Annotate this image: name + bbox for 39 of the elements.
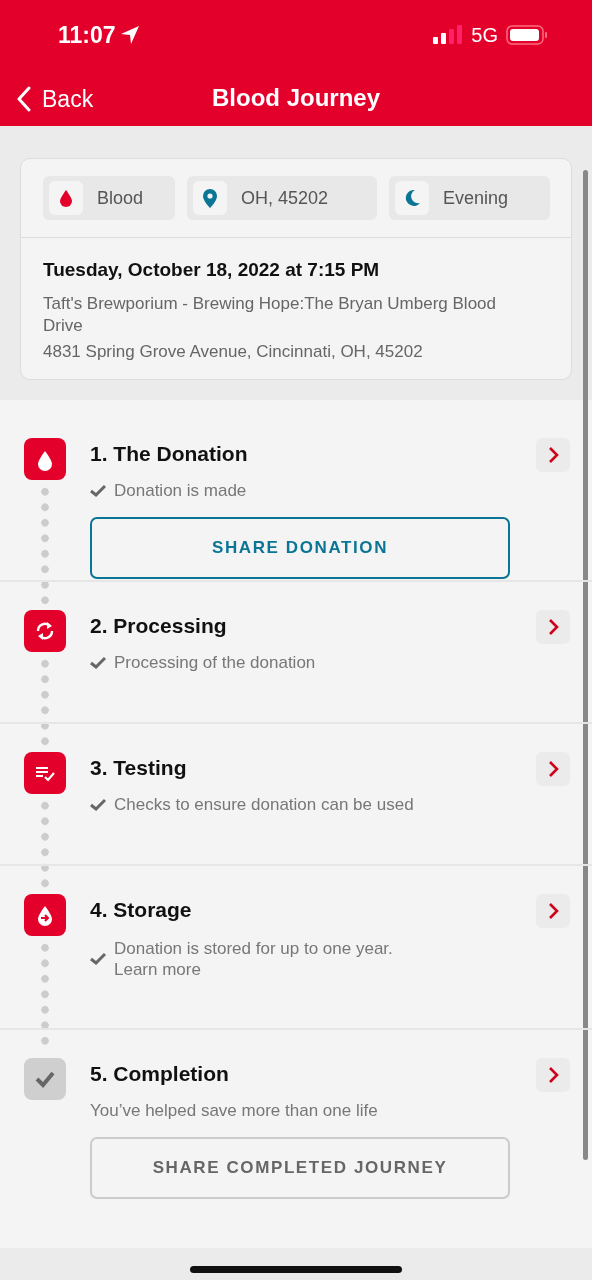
appointment-date: Tuesday, October 18, 2022 at 7:15 PM	[43, 258, 381, 282]
learn-more-link[interactable]: Learn more	[114, 958, 201, 980]
location-pin-icon	[201, 187, 219, 209]
location-arrow-icon	[119, 25, 140, 45]
chip-label: Evening	[443, 186, 509, 210]
network-label: 5G	[471, 23, 498, 48]
chevron-right-icon	[546, 617, 560, 636]
signal-icon	[433, 25, 464, 45]
battery-icon	[506, 25, 548, 45]
back-chevron-icon	[16, 86, 32, 113]
step-description: Donation is stored for up to one year.	[114, 937, 393, 959]
step-title: 1. The Donation	[90, 440, 248, 467]
share-button[interactable]: SHARE DONATION	[90, 516, 510, 579]
page-title: Blood Journey	[212, 83, 380, 113]
chevron-right-icon	[546, 1065, 560, 1084]
venue-address: 4831 Spring Grove Avenue, Cincinnati, OH, 45202	[43, 340, 424, 363]
chevron-button[interactable]	[536, 609, 570, 644]
chevron-button[interactable]	[536, 893, 570, 928]
chip-label: OH, 45202	[241, 186, 329, 210]
clock-time: 11:07	[58, 20, 116, 50]
step-title: 3. Testing	[90, 754, 187, 781]
step-description: Processing of the donation	[114, 651, 316, 673]
chip-label: Blood	[97, 186, 144, 210]
step-description: You’ve helped save more than one life	[90, 1099, 378, 1121]
step-description: Checks to ensure donation can be used	[114, 793, 414, 815]
share-button[interactable]: SHARE COMPLETED JOURNEY	[90, 1136, 510, 1199]
step-title: 5. Completion	[90, 1060, 229, 1087]
step-description: Donation is made	[114, 479, 247, 501]
back-button[interactable]: Back	[16, 82, 94, 117]
step-title: 4. Storage	[90, 896, 192, 923]
chevron-right-icon	[546, 901, 560, 920]
chevron-right-icon	[546, 759, 560, 778]
moon-icon	[403, 187, 421, 209]
chevron-button[interactable]	[536, 437, 570, 472]
chevron-button[interactable]	[536, 1057, 570, 1092]
chevron-right-icon	[546, 445, 560, 464]
chevron-button[interactable]	[536, 751, 570, 786]
venue-name: Taft's Brewporium - Brewing Hope:The Bryan Umberg Blood Drive	[43, 292, 497, 337]
step-title: 2. Processing	[90, 612, 227, 639]
